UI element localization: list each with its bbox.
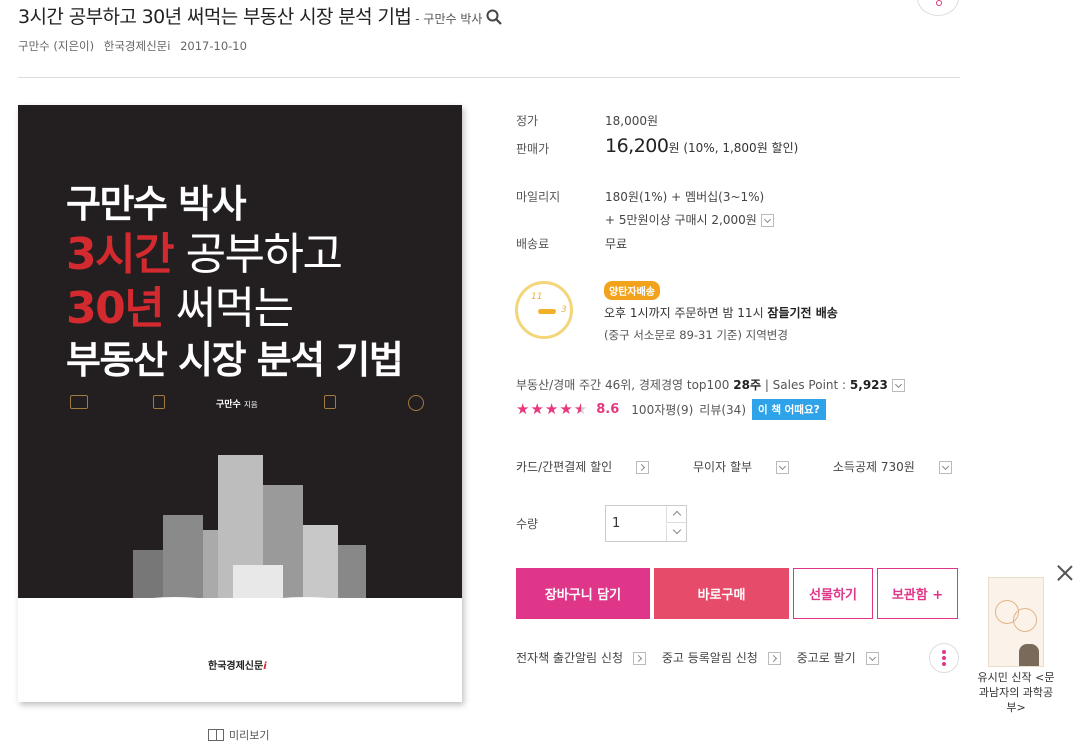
mileage-label: 마일리지 xyxy=(516,190,561,204)
quantity-input[interactable]: 1 xyxy=(612,516,620,531)
add-to-cart-button[interactable]: 장바구니 담기 xyxy=(516,568,650,619)
mileage-line1: 180원(1%) + 멤버십(3~1%) xyxy=(605,190,765,204)
author-link[interactable]: 구만수 (지은이) xyxy=(18,39,94,53)
star-icon: ★ xyxy=(544,400,559,418)
list-price-label: 정가 xyxy=(516,114,539,128)
delivery-badge: 양탄자배송 xyxy=(604,281,660,300)
ad-circle xyxy=(1013,608,1037,632)
star-icon: ★ xyxy=(559,400,573,418)
ad-book-cover[interactable] xyxy=(988,577,1044,667)
title-author[interactable]: - 구만수 박사 xyxy=(415,10,482,27)
cover-author: 구만수 지음 xyxy=(216,400,258,410)
tax-deduction[interactable]: 소득공제 730원 xyxy=(833,460,972,474)
cover-deco-icon xyxy=(324,395,336,409)
buy-now-button[interactable]: 바로구매 xyxy=(654,568,789,619)
discount-info: (10%, 1,800원 할인) xyxy=(683,141,799,155)
increase-button[interactable] xyxy=(666,506,686,523)
decrease-button[interactable] xyxy=(666,524,686,541)
cover-line-3: 30년 써먹는 xyxy=(66,283,294,334)
chevron-right-icon xyxy=(767,652,781,665)
chevron-down-icon[interactable] xyxy=(891,379,905,392)
cover-deco-icon xyxy=(70,395,88,409)
sale-price-unit: 원 xyxy=(668,141,680,155)
chevron-right-icon xyxy=(636,461,650,474)
cover-publisher: 한국경제신문i xyxy=(208,661,267,672)
sale-price-value: 16,200 xyxy=(605,135,669,157)
cover-line-2: 3시간 공부하고 xyxy=(66,229,343,280)
cover-line-1: 구만수 박사 xyxy=(66,182,247,226)
alert-links: 전자책 출간알림 신청 중고 등록알림 신청 중고로 팔기 xyxy=(516,649,891,666)
ranking-info: 부동산/경매 주간 46위, 경제경영 top100 28주 | Sales P… xyxy=(516,376,905,393)
title-row: 3시간 공부하고 30년 써먹는 부동산 시장 분석 기법 - 구만수 박사 xyxy=(18,2,503,29)
short-review-link[interactable]: 100자평(9) xyxy=(631,401,693,418)
wishlist-button[interactable] xyxy=(917,0,959,16)
chevron-down-icon[interactable] xyxy=(760,214,774,227)
book-open-icon xyxy=(208,729,224,741)
quantity-stepper[interactable]: 1 xyxy=(605,505,687,542)
cover-clock-icon xyxy=(408,395,424,411)
publish-date: 2017-10-10 xyxy=(180,39,247,53)
close-icon[interactable] xyxy=(1057,565,1073,581)
ad-author-photo xyxy=(1019,644,1039,666)
header-divider xyxy=(18,77,960,78)
gift-button[interactable]: 선물하기 xyxy=(793,568,873,619)
payment-options: 카드/간편결제 할인 무이자 할부 소득공제 730원 xyxy=(516,458,992,475)
star-icon: ★ xyxy=(530,400,544,418)
clock-icon: 11 3 xyxy=(515,281,573,339)
ad-caption[interactable]: 유시민 신작 <문과남자의 과학공부> xyxy=(975,670,1057,715)
review-link[interactable]: 리뷰(34) xyxy=(699,401,746,418)
card-discount[interactable]: 카드/간편결제 할인 xyxy=(516,460,669,474)
page-title: 3시간 공부하고 30년 써먹는 부동산 시장 분석 기법 xyxy=(18,6,412,28)
used-alert-link[interactable]: 중고 등록알림 신청 xyxy=(662,651,787,665)
ebook-alert-link[interactable]: 전자책 출간알림 신청 xyxy=(516,651,652,665)
preview-label: 미리보기 xyxy=(229,729,270,742)
search-icon[interactable] xyxy=(486,9,503,25)
installment[interactable]: 무이자 할부 xyxy=(693,460,809,474)
ask-button[interactable]: 이 책 어때요? xyxy=(752,399,826,420)
heart-icon xyxy=(936,0,942,6)
publisher-link[interactable]: 한국경제신문i xyxy=(104,39,171,53)
chevron-down-icon xyxy=(776,461,790,474)
book-meta: 구만수 (지은이) 한국경제신문i 2017-10-10 xyxy=(18,38,253,54)
preview-button[interactable]: 미리보기 xyxy=(208,727,269,743)
delivery-text: 오후 1시까지 주문하면 밤 11시 잠들기전 배송 xyxy=(604,306,838,320)
rating-score: 8.6 xyxy=(596,402,620,417)
delivery-region[interactable]: (중구 서소문로 89-31 기준) 지역변경 xyxy=(604,327,788,343)
book-cover[interactable]: 구만수 박사 3시간 공부하고 30년 써먹는 부동산 시장 분석 기법 구만수… xyxy=(18,105,462,702)
sale-price: 16,200원 (10%, 1,800원 할인) xyxy=(605,135,798,157)
chevron-down-icon xyxy=(865,652,879,665)
more-options-button[interactable] xyxy=(929,643,959,673)
shipping-value: 무료 xyxy=(605,237,628,251)
sell-used-link[interactable]: 중고로 팔기 xyxy=(797,651,885,665)
list-price-value: 18,000원 xyxy=(605,114,659,128)
shipping-label: 배송료 xyxy=(516,237,550,251)
mileage-line2: + 5만원이상 구매시 2,000원 xyxy=(605,211,774,228)
cover-bottom-band xyxy=(18,598,462,702)
cover-line-4: 부동산 시장 분석 기법 xyxy=(66,338,404,382)
sale-price-label: 판매가 xyxy=(516,142,550,156)
half-star-icon: ★ xyxy=(573,400,588,418)
star-icon: ★ xyxy=(516,400,530,418)
save-to-list-button[interactable]: 보관함 + xyxy=(877,568,958,619)
rating-row: ★ ★ ★ ★ ★ 8.6 100자평(9) 리뷰(34) 이 책 어때요? xyxy=(516,399,826,420)
quantity-label: 수량 xyxy=(516,517,539,531)
chevron-right-icon xyxy=(633,652,646,665)
cover-deco-icon xyxy=(153,395,165,409)
chevron-down-icon xyxy=(938,461,952,474)
